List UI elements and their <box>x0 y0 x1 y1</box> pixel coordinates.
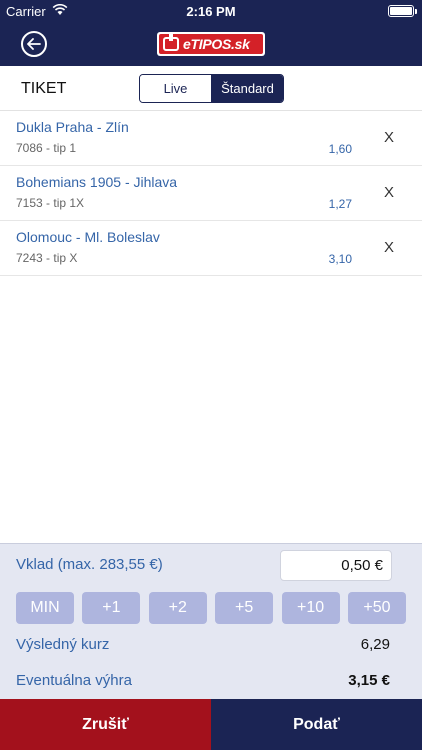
tab-live[interactable]: Live <box>140 75 211 102</box>
nav-bar: eTIPOS.sk <box>0 22 422 66</box>
submit-button[interactable]: Podať <box>211 699 422 750</box>
bet-tip: 7086 - tip 1 <box>16 141 77 155</box>
logo-mark-icon <box>163 34 179 51</box>
quick-stake-buttons: MIN +1 +2 +5 +10 +50 <box>16 592 406 624</box>
tab-standard[interactable]: Štandard <box>211 75 283 102</box>
bet-row: Olomouc - Ml. Boleslav 7243 - tip X 3,10… <box>0 221 422 276</box>
ticket-header: TIKET Live Štandard <box>0 66 422 111</box>
stake-panel: Vklad (max. 283,55 €) 0,50 € MIN +1 +2 +… <box>0 543 422 699</box>
action-bar: Zrušiť Podať <box>0 699 422 750</box>
bet-tip: 7153 - tip 1X <box>16 196 85 210</box>
clock: 2:16 PM <box>186 4 236 19</box>
remove-bet-button[interactable]: X <box>384 129 394 146</box>
back-button[interactable] <box>21 31 47 57</box>
ticket-title: TIKET <box>21 80 67 97</box>
arrow-left-icon <box>27 38 41 50</box>
bet-list: Dukla Praha - Zlín 7086 - tip 1 1,60 X B… <box>0 111 422 276</box>
bet-odd: 1,27 <box>328 197 352 211</box>
potential-win-label: Eventuálna výhra <box>16 672 132 689</box>
bet-match: Olomouc - Ml. Boleslav <box>16 229 160 245</box>
battery-icon <box>388 5 417 17</box>
bet-match: Dukla Praha - Zlín <box>16 119 129 135</box>
logo-wordmark: eTIPOS.sk <box>159 34 263 54</box>
quick-stake-plus-10-button[interactable]: +10 <box>281 592 340 624</box>
quick-stake-plus-50-button[interactable]: +50 <box>347 592 406 624</box>
ticket-mode-switch: Live Štandard <box>139 74 284 103</box>
remove-bet-button[interactable]: X <box>384 184 394 201</box>
quick-stake-plus-2-button[interactable]: +2 <box>148 592 207 624</box>
remove-bet-button[interactable]: X <box>384 239 394 256</box>
stake-label: Vklad (max. 283,55 €) <box>16 556 163 573</box>
bet-row: Bohemians 1905 - Jihlava 7153 - tip 1X 1… <box>0 166 422 221</box>
bet-odd: 1,60 <box>328 142 352 156</box>
logo-text: eTIPOS.sk <box>183 36 250 52</box>
quick-stake-min-button[interactable]: MIN <box>16 592 74 624</box>
bet-tip: 7243 - tip X <box>16 251 78 265</box>
quick-stake-plus-1-button[interactable]: +1 <box>82 592 141 624</box>
bet-odd: 3,10 <box>328 252 352 266</box>
bet-row: Dukla Praha - Zlín 7086 - tip 1 1,60 X <box>0 111 422 166</box>
quick-stake-plus-5-button[interactable]: +5 <box>215 592 274 624</box>
status-bar: Carrier 2:16 PM <box>0 0 422 22</box>
total-odds-label: Výsledný kurz <box>16 636 110 653</box>
bet-match: Bohemians 1905 - Jihlava <box>16 174 178 190</box>
stake-input[interactable]: 0,50 € <box>280 550 392 581</box>
potential-win-value: 3,15 € <box>348 672 390 689</box>
etipos-logo: eTIPOS.sk <box>157 32 265 56</box>
cancel-button[interactable]: Zrušiť <box>0 699 211 750</box>
total-odds-value: 6,29 <box>360 636 390 653</box>
